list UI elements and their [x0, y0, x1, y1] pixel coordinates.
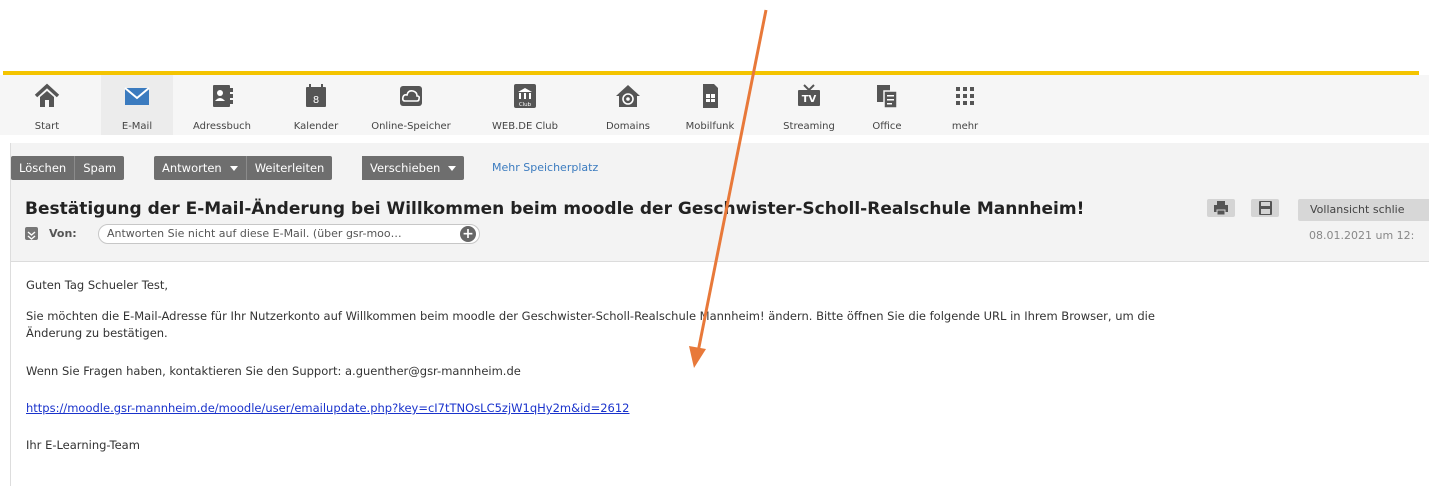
nav-item-webde-club[interactable]: Club WEB.DE Club — [490, 75, 560, 135]
confirmation-link-line: https://moodle.gsr-mannheim.de/moodle/us… — [26, 401, 630, 415]
domains-icon — [616, 85, 640, 107]
reply-label: Antworten — [162, 161, 222, 175]
chevron-down-icon — [229, 166, 238, 171]
mail-header: Bestätigung der E-Mail-Änderung bei Will… — [10, 193, 1429, 262]
nav-item-office[interactable]: Office — [862, 75, 912, 135]
nav-label: Mobilfunk — [685, 121, 735, 132]
nav-item-streaming[interactable]: TV Streaming — [774, 75, 844, 135]
nav-label: Streaming — [783, 121, 835, 132]
confirmation-link[interactable]: https://moodle.gsr-mannheim.de/moodle/us… — [26, 401, 630, 415]
addressbook-icon — [213, 85, 233, 107]
nav-label: Kalender — [293, 121, 339, 132]
greeting-text: Guten Tag Schueler Test, — [26, 278, 169, 292]
mail-body: Guten Tag Schueler Test, Sie möchten die… — [10, 262, 1429, 486]
toolbar-group-move: Verschieben — [362, 156, 465, 180]
sender-pill[interactable]: Antworten Sie nicht auf diese E-Mail. (ü… — [98, 224, 480, 244]
nav-item-calendar[interactable]: 8 Kalender — [286, 75, 346, 135]
nav-label: Adressbuch — [193, 121, 251, 132]
print-icon — [1214, 201, 1228, 216]
print-button[interactable] — [1207, 199, 1235, 217]
top-navigation: Start E-Mail Adressbuch 8 Kalender Onlin… — [0, 75, 1429, 135]
body-paragraph-line: Änderung zu bestätigen. — [26, 326, 168, 340]
club-icon: Club — [514, 84, 536, 108]
toolbar-group-delete: Löschen Spam — [11, 156, 125, 180]
expand-header-toggle[interactable] — [25, 227, 38, 240]
calendar-icon: 8 — [306, 84, 326, 107]
close-full-view-button[interactable]: Vollansicht schlie — [1298, 199, 1429, 221]
move-label: Verschieben — [370, 161, 441, 175]
add-contact-icon[interactable]: + — [460, 226, 476, 242]
cloud-icon — [400, 86, 422, 106]
nav-item-start[interactable]: Start — [22, 75, 72, 135]
chevron-down-icon — [448, 166, 457, 171]
nav-label: Online-Speicher — [371, 121, 451, 132]
more-storage-link[interactable]: Mehr Speicherplatz — [492, 161, 598, 174]
spam-button[interactable]: Spam — [75, 156, 125, 180]
tv-badge: TV — [802, 94, 817, 105]
delete-button[interactable]: Löschen — [11, 156, 76, 180]
calendar-day: 8 — [313, 95, 319, 106]
signature-text: Ihr E-Learning-Team — [26, 438, 140, 452]
grid-icon — [956, 87, 974, 105]
nav-label: mehr — [951, 121, 979, 132]
nav-label: E-Mail — [121, 121, 153, 132]
club-badge: Club — [519, 102, 532, 108]
nav-item-email[interactable]: E-Mail — [101, 75, 173, 135]
nav-label: Office — [872, 121, 902, 132]
save-button[interactable] — [1251, 199, 1279, 217]
body-paragraph-line: Sie möchten die E-Mail-Adresse für Ihr N… — [26, 309, 1155, 323]
nav-item-mobile[interactable]: Mobilfunk — [680, 75, 740, 135]
nav-item-domains[interactable]: Domains — [598, 75, 658, 135]
nav-label: Domains — [605, 121, 650, 132]
nav-item-more[interactable]: mehr — [945, 75, 985, 135]
forward-button[interactable]: Weiterleiten — [246, 156, 333, 180]
mail-icon — [124, 87, 150, 105]
sender-name: Antworten Sie nicht auf diese E-Mail. (ü… — [107, 227, 402, 240]
reply-button[interactable]: Antworten — [154, 156, 247, 180]
save-icon — [1259, 201, 1272, 215]
support-text: Wenn Sie Fragen haben, kontaktieren Sie … — [26, 364, 521, 378]
toolbar-group-reply: Antworten Weiterleiten — [154, 156, 333, 180]
nav-label: Start — [34, 121, 60, 132]
mail-subject: Bestätigung der E-Mail-Änderung bei Will… — [25, 199, 1085, 219]
mobile-icon — [703, 84, 718, 108]
nav-label: WEB.DE Club — [492, 121, 558, 132]
mail-date: 08.01.2021 um 12: — [1309, 229, 1415, 242]
home-icon — [34, 83, 60, 107]
nav-item-online-storage[interactable]: Online-Speicher — [368, 75, 454, 135]
nav-item-addressbook[interactable]: Adressbuch — [188, 75, 256, 135]
mail-toolbar: Löschen Spam Antworten Weiterleiten Vers… — [10, 143, 1429, 193]
chevron-down-icon — [27, 231, 36, 240]
from-label: Von: — [49, 227, 77, 240]
tv-icon: TV — [798, 84, 820, 106]
office-icon — [877, 85, 898, 109]
move-button[interactable]: Verschieben — [362, 156, 465, 180]
